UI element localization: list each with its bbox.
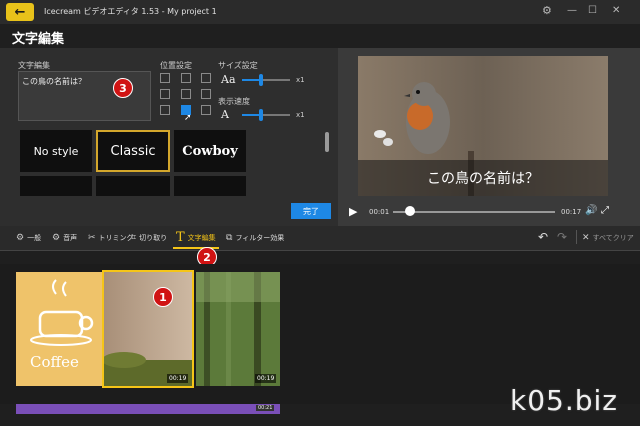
app-title: Icecream ビデオエディタ 1.53 - My project 1	[44, 7, 217, 16]
tool-audio[interactable]: ⚙ 音声	[52, 233, 77, 243]
forest-thumbnail	[196, 272, 280, 386]
coffee-thumbnail: Coffee	[16, 272, 108, 386]
crop-icon: ⌗	[131, 233, 137, 243]
close-icon: ✕	[582, 233, 590, 243]
undo-icon[interactable]: ↶	[538, 230, 548, 244]
tool-label: トリミング	[98, 234, 134, 242]
tool-text-edit[interactable]: T 文字編集	[176, 230, 216, 245]
scissors-icon: ✂	[88, 233, 96, 243]
style-classic[interactable]: Classic	[96, 130, 170, 172]
size-slider-thumb[interactable]	[259, 74, 263, 86]
speed-slider-thumb[interactable]	[259, 109, 263, 121]
clip-coffee[interactable]: Coffee	[16, 272, 108, 386]
size-slider-track	[262, 79, 290, 81]
speed-icon: A	[221, 108, 229, 121]
font-size-icon: Aa	[221, 73, 236, 86]
speed-slider-track	[262, 114, 290, 116]
annotation-badge-3: 3	[113, 78, 133, 98]
clear-all-button[interactable]: ✕ すべてクリア	[582, 233, 634, 243]
text-label: 文字編集	[18, 61, 50, 70]
tool-trim[interactable]: ✂ トリミング	[88, 233, 134, 243]
size-label: サイズ設定	[218, 61, 258, 70]
clip-duration: 00:19	[167, 374, 189, 383]
tool-general[interactable]: ⚙ 一般	[16, 233, 41, 243]
style-tile-partial[interactable]	[174, 176, 246, 196]
style-tile-partial[interactable]	[96, 176, 170, 196]
subtitle-overlay: この鳥の名前は？	[358, 160, 608, 196]
current-time: 00:01	[369, 208, 390, 216]
maximize-button[interactable]: ☐	[588, 5, 597, 16]
position-cell[interactable]	[181, 73, 191, 83]
annotation-badge-1: 1	[153, 287, 173, 307]
seek-bar[interactable]	[393, 211, 555, 213]
text-icon: T	[176, 230, 185, 245]
gear-icon: ⚙	[52, 233, 61, 243]
tool-label: 一般	[27, 234, 42, 242]
done-button[interactable]: 完了	[291, 203, 331, 219]
size-value: x1	[296, 76, 305, 84]
clip-duration: 00:19	[255, 374, 277, 383]
play-icon[interactable]: ▶	[349, 205, 357, 218]
mouse-cursor-icon: ➚	[184, 113, 192, 123]
total-time: 00:17	[561, 208, 582, 216]
position-cell[interactable]	[160, 73, 170, 83]
divider	[576, 230, 577, 244]
speed-label: 表示速度	[218, 97, 250, 106]
position-cell[interactable]	[160, 105, 170, 115]
page-title: 文字編集	[12, 32, 65, 47]
clip-bird-selected[interactable]	[102, 270, 194, 388]
svg-text:Coffee: Coffee	[30, 353, 79, 371]
tool-label: 文字編集	[187, 233, 216, 242]
watermark: k05.biz	[510, 384, 618, 417]
position-cell[interactable]	[181, 89, 191, 99]
audio-duration: 00:21	[256, 405, 275, 411]
filter-icon: ⧉	[226, 233, 233, 243]
position-cell[interactable]	[160, 89, 170, 99]
text-input[interactable]: この鳥の名前は？	[18, 71, 151, 121]
gear-icon: ⚙	[16, 233, 25, 243]
speed-value: x1	[296, 111, 305, 119]
style-no-style[interactable]: No style	[20, 130, 92, 172]
position-cell[interactable]	[201, 73, 211, 83]
arrow-left-icon: ←	[14, 4, 26, 20]
style-cowboy[interactable]: Cowboy	[174, 130, 246, 172]
back-button[interactable]: ←	[6, 3, 34, 21]
tool-filter[interactable]: ⧉ フィルター効果	[226, 233, 284, 243]
redo-icon[interactable]: ↷	[557, 230, 567, 244]
close-button[interactable]: ✕	[612, 5, 620, 16]
tool-label: 音声	[63, 234, 78, 242]
tool-label: フィルター効果	[235, 234, 285, 242]
gear-icon[interactable]: ⚙	[542, 4, 552, 17]
position-cell[interactable]	[201, 89, 211, 99]
tool-crop[interactable]: ⌗ 切り取り	[131, 233, 167, 243]
position-label: 位置設定	[160, 61, 192, 70]
scrollbar[interactable]	[325, 132, 329, 152]
bird-thumbnail	[104, 272, 192, 386]
tool-label: すべてクリア	[592, 234, 634, 242]
tool-label: 切り取り	[139, 234, 168, 242]
volume-icon[interactable]: 🔊	[585, 205, 597, 216]
position-cell[interactable]	[201, 105, 211, 115]
clip-forest[interactable]	[196, 272, 280, 386]
audio-track[interactable]	[16, 404, 280, 414]
style-tile-partial[interactable]	[20, 176, 92, 196]
fullscreen-icon[interactable]: ⤢	[601, 205, 609, 216]
minimize-button[interactable]: —	[567, 5, 577, 16]
seek-thumb[interactable]	[405, 206, 415, 216]
